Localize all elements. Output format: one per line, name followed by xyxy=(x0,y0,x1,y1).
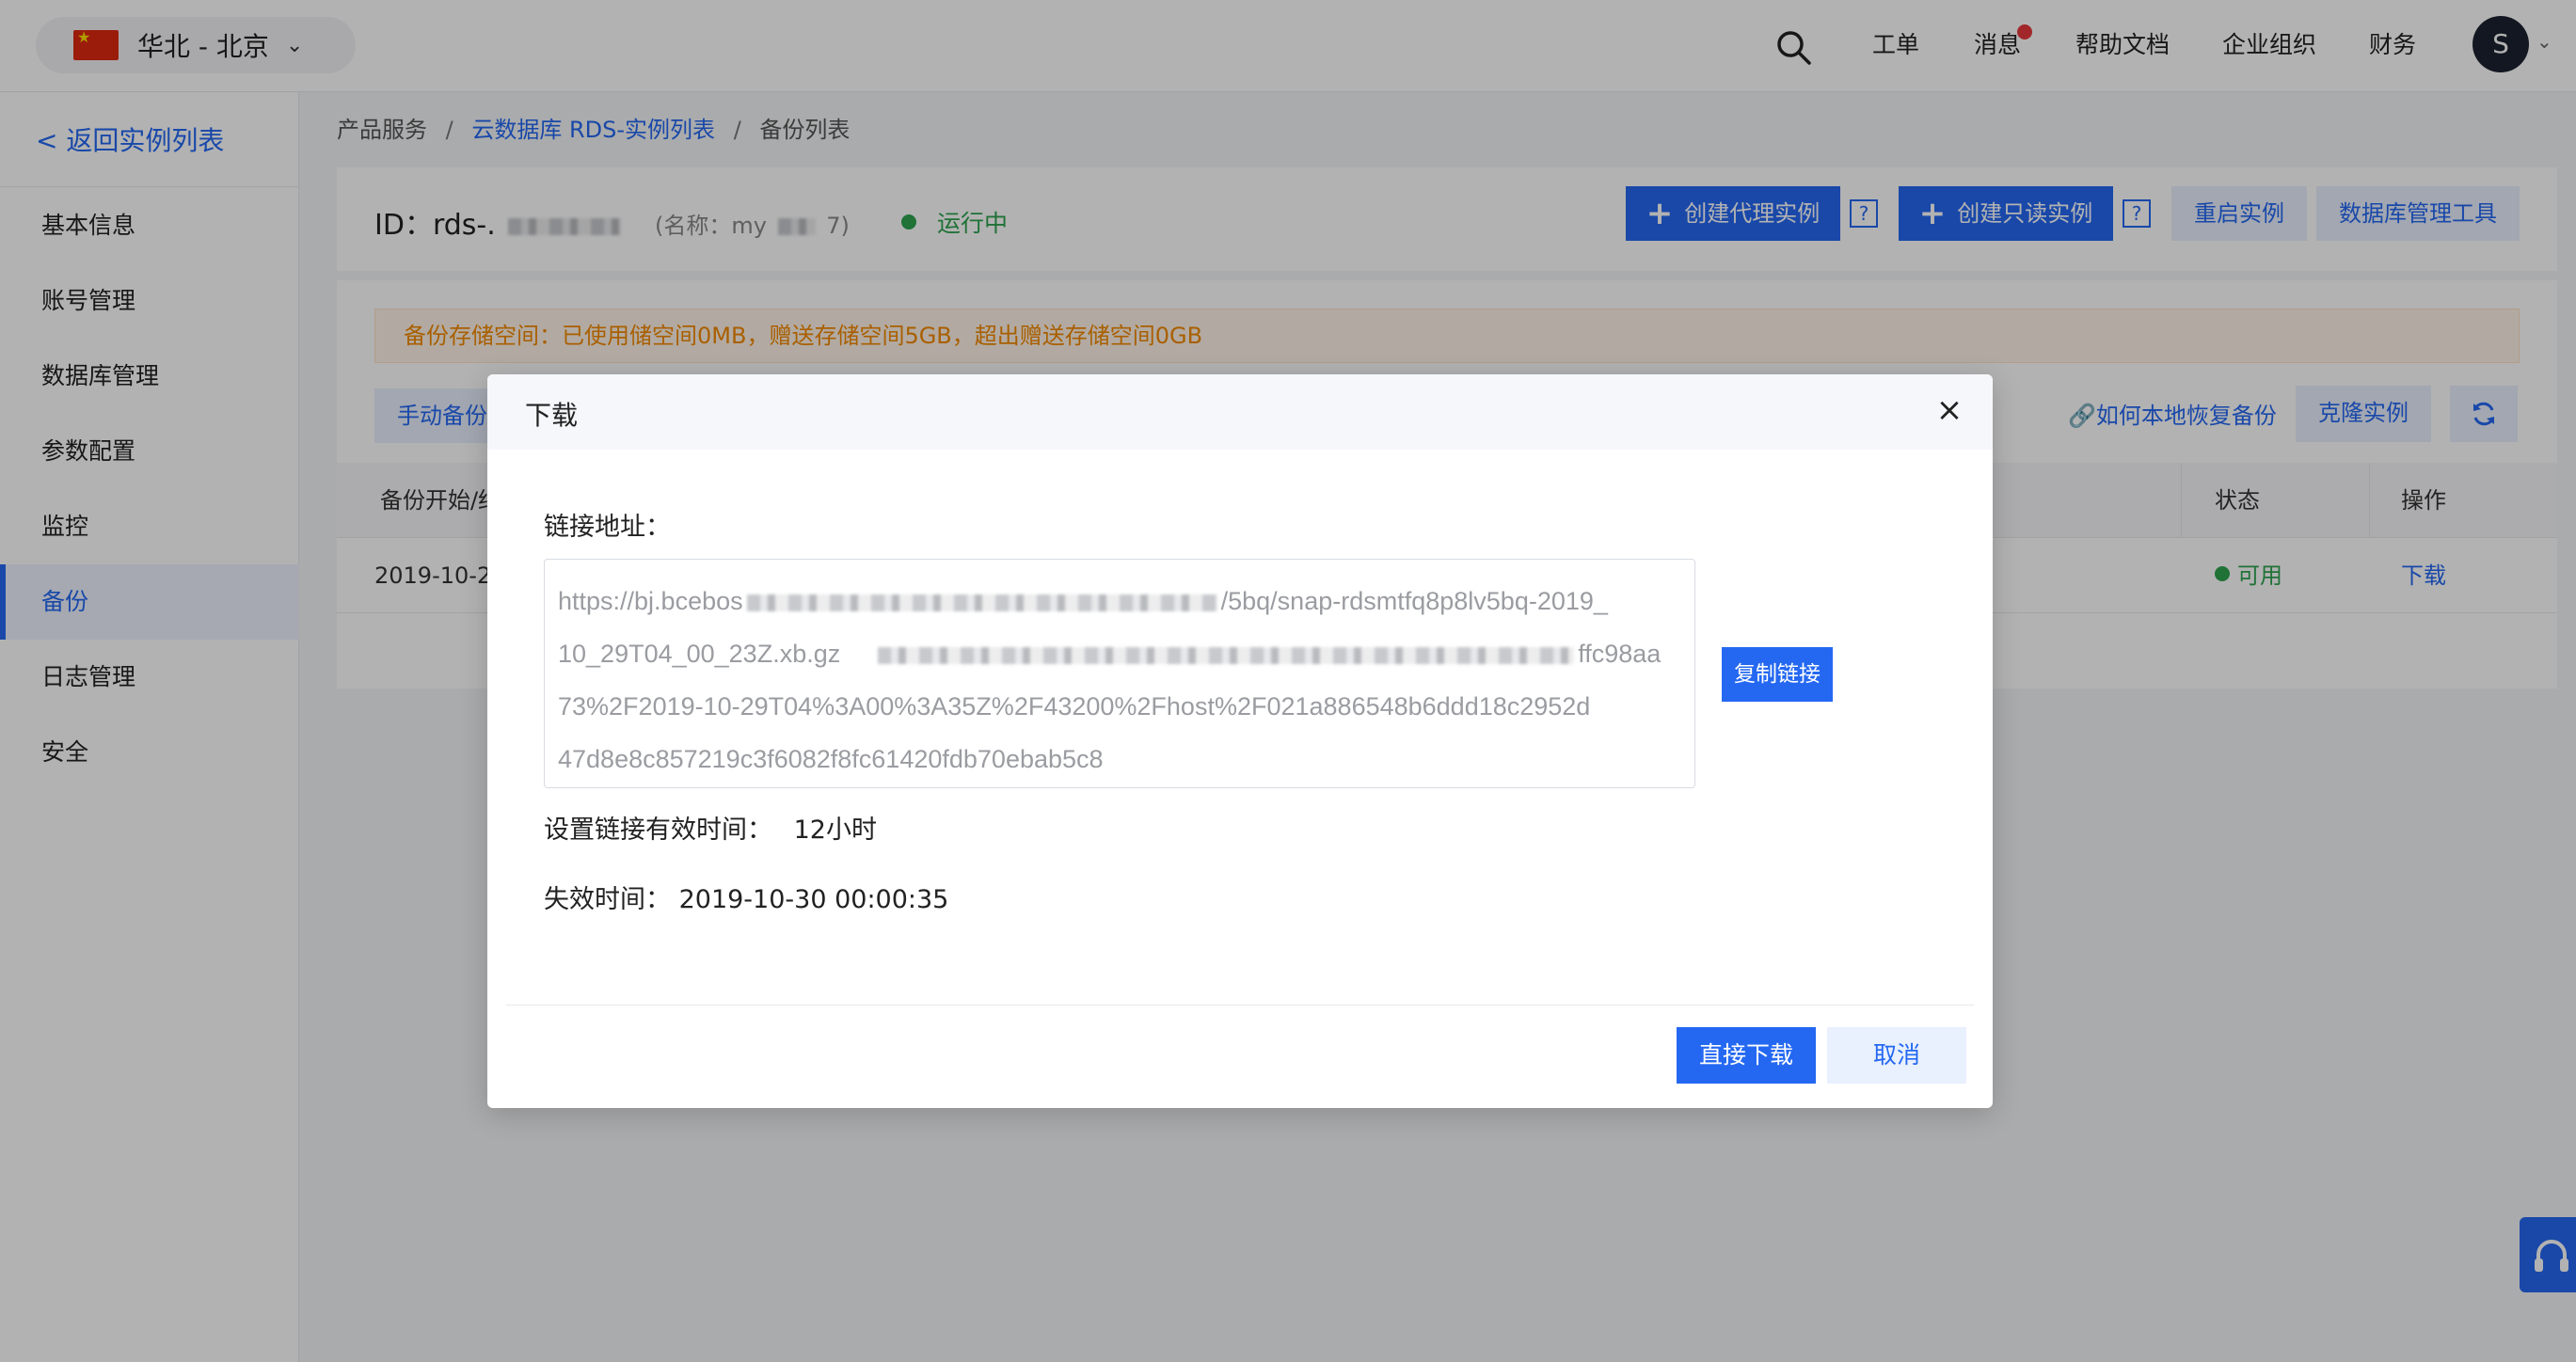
url-line: 73%2F2019-10-29T04%3A00%3A35Z%2F43200%2F… xyxy=(558,692,1591,721)
url-label: 链接地址： xyxy=(544,513,671,542)
url-line: https://bj.bcebos/5bq/snap-rdsmtfq8p8lv5… xyxy=(558,575,1681,627)
url-text: 10_29T04_00_23Z.xb.gz xyxy=(558,640,841,668)
divider xyxy=(506,1005,1974,1006)
url-line: 10_29T04_00_23Z.xb.gz ffc98aa xyxy=(558,627,1681,680)
redacted-blur xyxy=(878,646,1575,664)
url-text: https://bj.bcebos xyxy=(558,587,743,615)
validity-label: 设置链接有效时间： xyxy=(544,816,772,845)
cancel-button[interactable]: 取消 xyxy=(1827,1027,1966,1084)
expire-label: 失效时间： xyxy=(544,885,671,914)
close-icon[interactable]: × xyxy=(1931,391,1968,429)
dialog-title: 下载 xyxy=(525,400,579,431)
expire-row: 失效时间： 2019-10-30 00:00:35 xyxy=(544,879,948,915)
url-line: 47d8e8c857219c3f6082f8fc61420fdb70ebab5c… xyxy=(558,745,1104,773)
url-text: ffc98aa xyxy=(1578,640,1662,668)
validity-value[interactable]: 12小时 xyxy=(794,816,877,845)
copy-link-button[interactable]: 复制链接 xyxy=(1722,647,1833,702)
validity-row: 设置链接有效时间： 12小时 xyxy=(544,809,877,846)
download-dialog: 下载 × 链接地址： https://bj.bcebos/5bq/snap-rd… xyxy=(487,374,1993,1108)
redacted-blur xyxy=(746,594,1217,611)
url-text: /5bq/snap-rdsmtfq8p8lv5bq-2019_ xyxy=(1220,587,1608,615)
direct-download-button[interactable]: 直接下载 xyxy=(1677,1027,1816,1084)
expire-value: 2019-10-30 00:00:35 xyxy=(678,885,949,914)
download-url-textarea[interactable]: https://bj.bcebos/5bq/snap-rdsmtfq8p8lv5… xyxy=(544,559,1695,788)
dialog-header: 下载 × xyxy=(487,374,1993,450)
